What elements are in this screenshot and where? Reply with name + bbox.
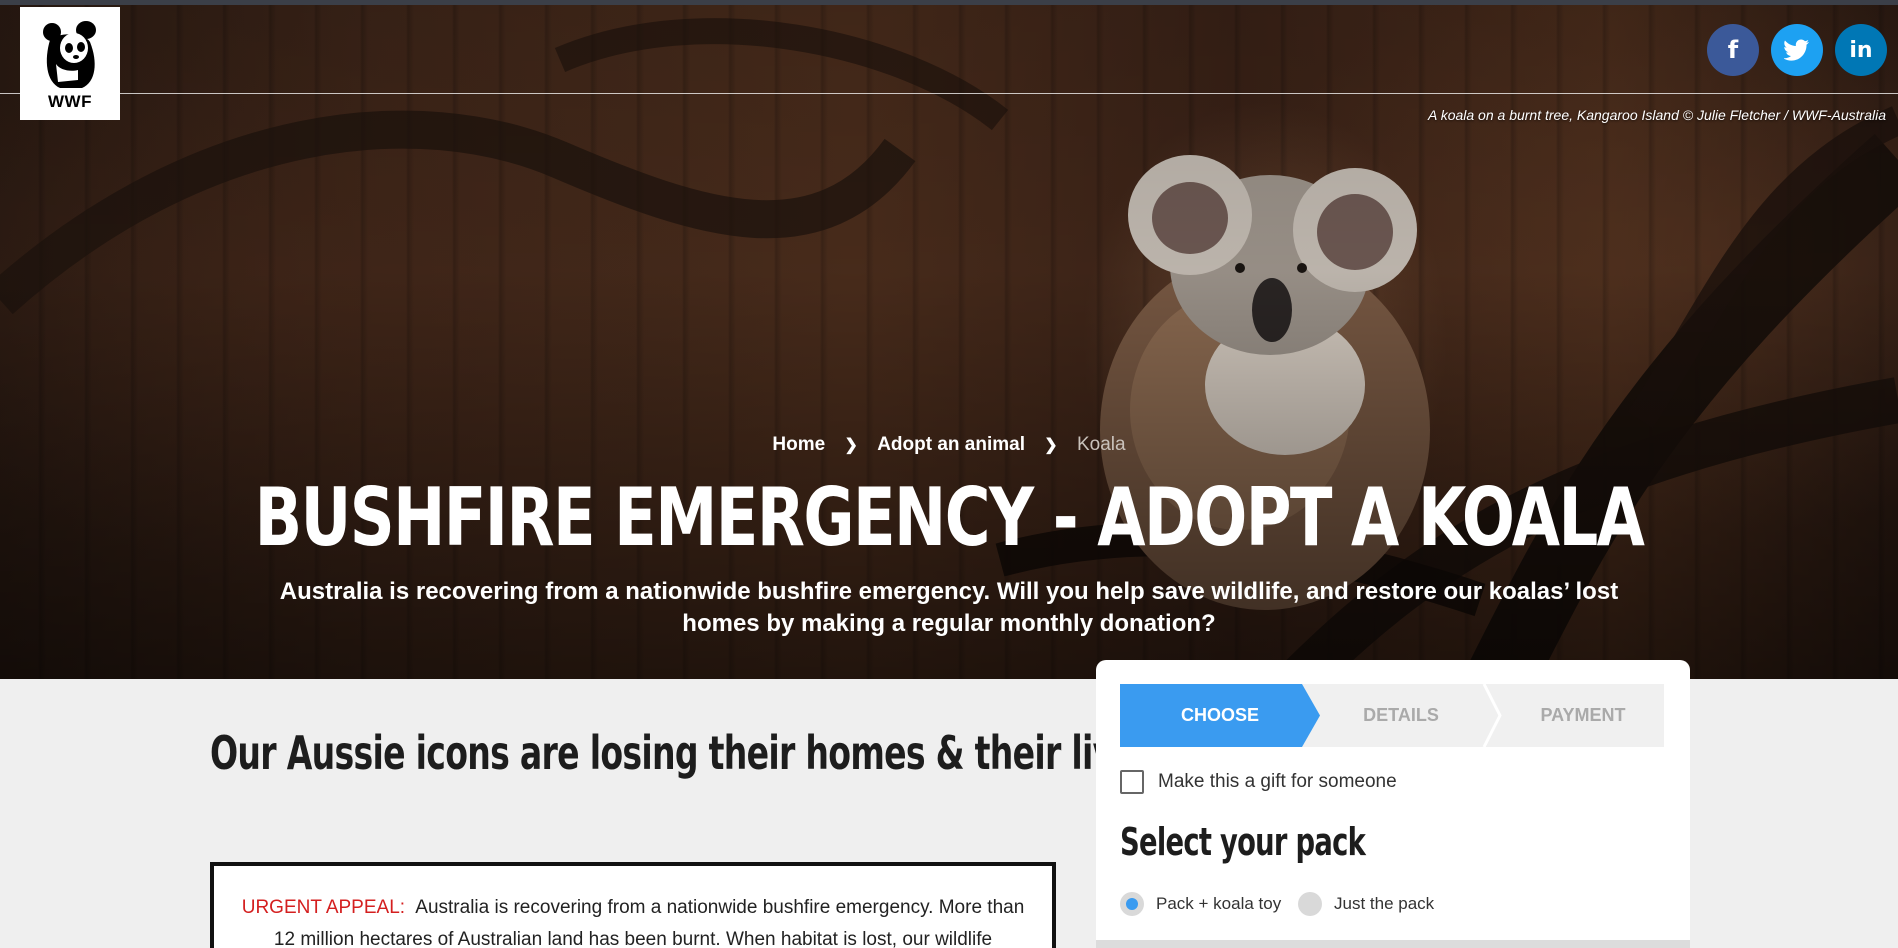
select-pack-title: Select your pack <box>1120 820 1366 864</box>
step-details[interactable]: DETAILS <box>1320 684 1482 747</box>
twitter-button[interactable] <box>1771 24 1823 76</box>
breadcrumb-current: Koala <box>1076 434 1126 455</box>
pack-toy-label: Pack + koala toy <box>1156 894 1282 913</box>
breadcrumb-home[interactable]: Home <box>772 434 825 456</box>
gift-checkbox[interactable] <box>1120 770 1144 794</box>
header-divider <box>0 93 1898 94</box>
linkedin-icon: in <box>1849 37 1873 63</box>
form-steps: CHOOSE DETAILS PAYMENT <box>1120 684 1664 747</box>
linkedin-button[interactable]: in <box>1835 24 1887 76</box>
adoption-form: CHOOSE DETAILS PAYMENT Make this a gift … <box>1096 660 1690 948</box>
pack-image-preview <box>1096 940 1690 948</box>
pack-option-toy[interactable]: Pack + koala toy <box>1120 892 1281 916</box>
photo-credit: A koala on a burnt tree, Kangaroo Island… <box>1427 107 1886 123</box>
urgent-appeal-label: URGENT APPEAL: <box>241 897 406 918</box>
page-title: BUSHFIRE EMERGENCY - ADOPT A KOALA <box>254 471 1645 564</box>
pack-toy-radio[interactable] <box>1120 892 1144 916</box>
section-heading: Our Aussie icons are losing their homes … <box>210 726 1155 780</box>
urgent-appeal-box: URGENT APPEAL: Australia is recovering f… <box>210 862 1056 948</box>
logo-wordmark: WWF <box>48 92 92 111</box>
twitter-icon <box>1784 39 1809 61</box>
pack-only-label: Just the pack <box>1334 894 1435 913</box>
breadcrumb-adopt[interactable]: Adopt an animal <box>877 434 1025 456</box>
gift-label: Make this a gift for someone <box>1158 771 1397 792</box>
breadcrumb: Home ❯ Adopt an animal ❯ Koala <box>0 434 1898 456</box>
step-choose[interactable]: CHOOSE <box>1120 684 1320 747</box>
pack-only-radio[interactable] <box>1298 892 1322 916</box>
chevron-right-icon: ❯ <box>844 437 858 454</box>
step-divider-icon <box>1482 684 1502 747</box>
step-payment[interactable]: PAYMENT <box>1502 684 1664 747</box>
gift-option[interactable]: Make this a gift for someone <box>1120 770 1397 794</box>
facebook-icon: f <box>1727 36 1739 64</box>
chevron-right-icon: ❯ <box>1044 437 1058 454</box>
browser-top-edge <box>0 0 1898 5</box>
wwf-logo[interactable]: WWF <box>20 7 120 120</box>
hero-subtitle: Australia is recovering from a nationwid… <box>279 578 1619 637</box>
facebook-button[interactable]: f <box>1707 24 1759 76</box>
panda-icon <box>43 21 96 88</box>
pack-option-only[interactable]: Just the pack <box>1298 892 1434 916</box>
